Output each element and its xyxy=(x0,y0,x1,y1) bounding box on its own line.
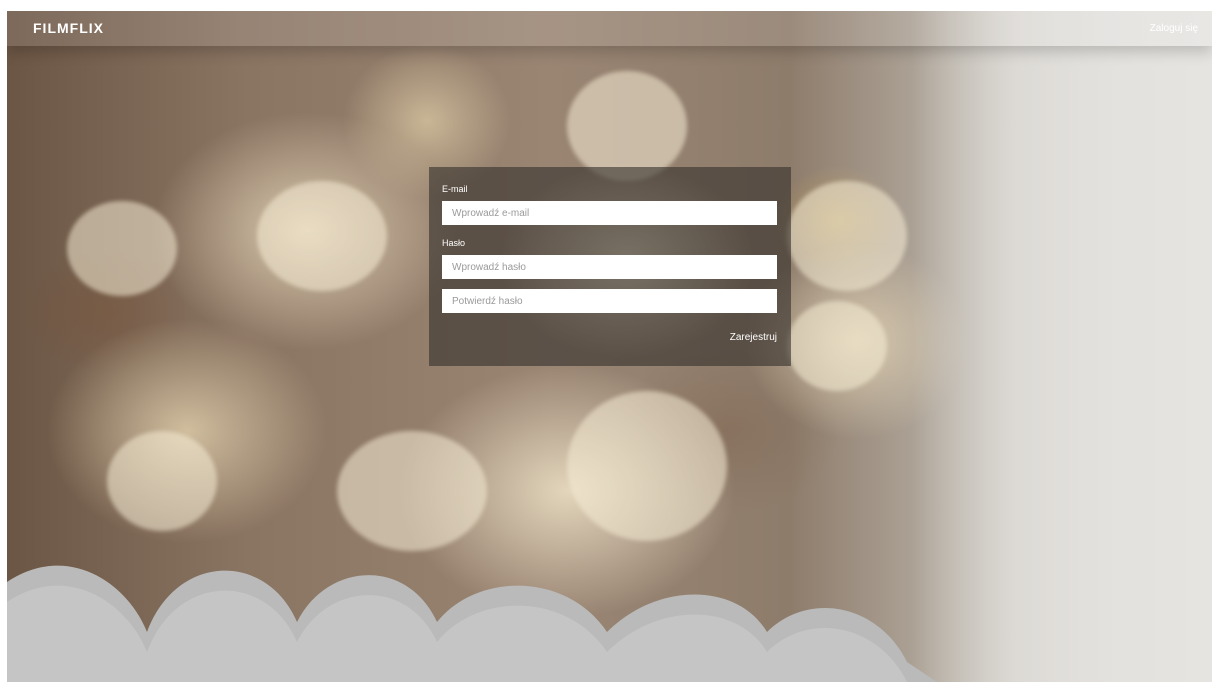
popcorn-piece xyxy=(67,201,177,296)
email-label: E-mail xyxy=(442,184,468,194)
popcorn-piece xyxy=(257,181,387,291)
popcorn-piece xyxy=(787,181,907,291)
popcorn-piece xyxy=(787,301,887,391)
login-link[interactable]: Zaloguj się xyxy=(1150,23,1198,34)
brand-logo[interactable]: FILMFLIX xyxy=(33,20,104,36)
confirm-password-field[interactable] xyxy=(442,289,777,313)
register-form: E-mail Hasło Zarejestruj xyxy=(429,167,791,366)
register-button[interactable]: Zarejestruj xyxy=(730,332,777,343)
popcorn-piece xyxy=(567,71,687,181)
password-label: Hasło xyxy=(442,238,466,248)
popcorn-box-wall xyxy=(912,11,1212,682)
password-field[interactable] xyxy=(442,255,777,279)
popcorn-background-image: FILMFLIX Zaloguj się E-mail Hasło Zareje… xyxy=(7,11,1212,682)
email-field[interactable] xyxy=(442,201,777,225)
popcorn-box-scallops xyxy=(7,565,937,682)
top-navbar: FILMFLIX Zaloguj się xyxy=(7,11,1212,46)
